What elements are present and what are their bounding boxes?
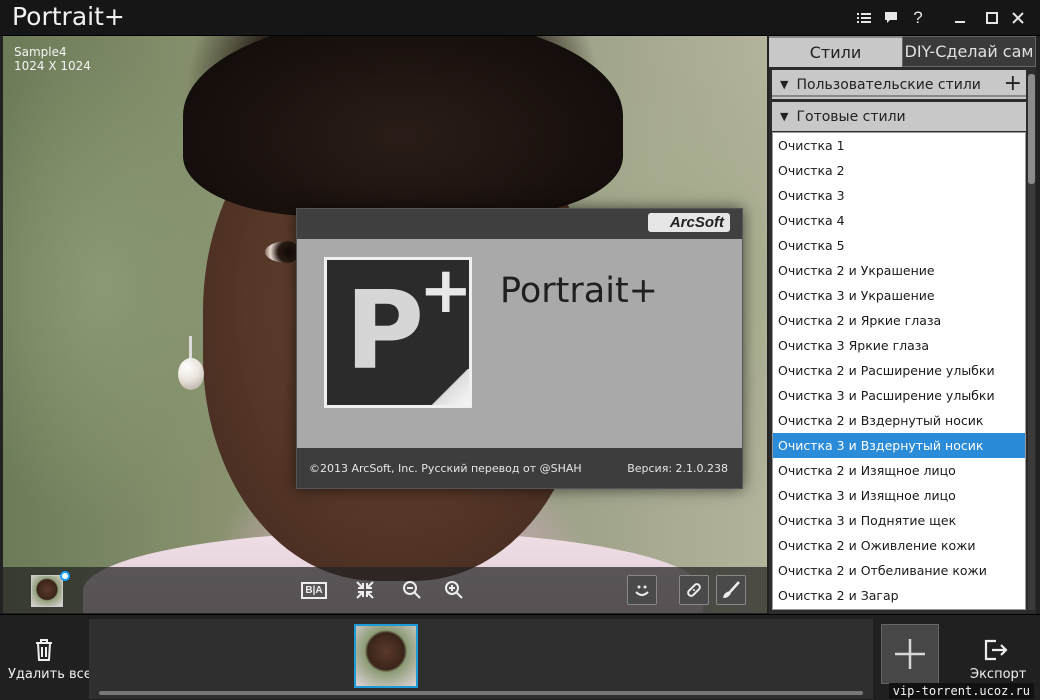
about-dialog[interactable]: ArcSoft P + Portrait+ ©2013 ArcSoft, Inc… bbox=[296, 208, 743, 489]
photo-name: Sample4 bbox=[14, 45, 67, 59]
photo-info: Sample4 1024 X 1024 bbox=[14, 45, 91, 73]
delete-all-button[interactable]: Удалить все bbox=[4, 637, 92, 693]
minimize-icon[interactable] bbox=[947, 6, 973, 30]
photo-earring-wire bbox=[189, 336, 192, 360]
filmstrip-thumbnail[interactable] bbox=[354, 624, 418, 688]
delete-all-label: Удалить все bbox=[8, 667, 92, 682]
style-list-item[interactable]: Очистка 2 и Яркие глаза bbox=[773, 308, 1025, 333]
logo-plus-glyph: + bbox=[419, 254, 473, 328]
fit-icon bbox=[356, 581, 374, 599]
bottom-bar: Удалить все Экспорт vip-torrent.ucoz.ru bbox=[0, 614, 1040, 700]
about-copyright: ©2013 ArcSoft, Inc. Русский перевод от @… bbox=[309, 462, 582, 475]
style-list-item[interactable]: Очистка 3 и Украшение bbox=[773, 283, 1025, 308]
style-list[interactable]: Очистка 1 Очистка 2 Очистка 3 Очистка 4 Очис… bbox=[772, 132, 1026, 610]
brush-icon bbox=[723, 581, 740, 598]
styles-panel: Стили DIY-Сделай сам ▼ Пользовательские … bbox=[769, 36, 1036, 614]
watermark: vip-torrent.ucoz.ru bbox=[888, 683, 1034, 699]
plus-icon bbox=[895, 639, 925, 669]
maximize-icon[interactable] bbox=[979, 6, 1005, 30]
smile-icon bbox=[635, 585, 649, 596]
brush-tool-button[interactable] bbox=[716, 575, 746, 605]
trash-icon bbox=[36, 639, 52, 661]
style-list-item[interactable]: Очистка 3 Яркие глаза bbox=[773, 333, 1025, 358]
zoom-out-button[interactable] bbox=[397, 575, 427, 605]
arcsoft-logo: ArcSoft bbox=[647, 213, 730, 232]
style-list-item[interactable]: Очистка 2 и Украшение bbox=[773, 258, 1025, 283]
panel-scrollbar[interactable] bbox=[1028, 74, 1035, 610]
style-list-item[interactable]: Очистка 2 bbox=[773, 158, 1025, 183]
style-list-item[interactable]: Очистка 2 и Отбеливание кожи bbox=[773, 558, 1025, 583]
photo-dimensions: 1024 X 1024 bbox=[14, 59, 91, 73]
comment-icon[interactable] bbox=[878, 6, 904, 30]
thumbnail-indicator-icon bbox=[60, 571, 70, 581]
style-list-item[interactable]: Очистка 3 bbox=[773, 183, 1025, 208]
photo-earring bbox=[178, 358, 204, 390]
logo-page-curl bbox=[429, 369, 469, 405]
tab-styles[interactable]: Стили bbox=[769, 36, 902, 67]
custom-styles-label: Пользовательские стили bbox=[796, 76, 981, 93]
zoom-in-icon bbox=[445, 581, 463, 599]
about-footer: ©2013 ArcSoft, Inc. Русский перевод от @… bbox=[297, 448, 742, 488]
title-bar: Portrait+ ? bbox=[0, 0, 1040, 36]
style-list-item[interactable]: Очистка 5 bbox=[773, 233, 1025, 258]
app-window: Portrait+ ? Sample4 1024 X 1024 B|A ArcS… bbox=[0, 0, 1040, 700]
style-list-item[interactable]: Очистка 2 и Расширение улыбки bbox=[773, 358, 1025, 383]
zoom-out-icon bbox=[403, 581, 421, 599]
photo-hair bbox=[183, 36, 623, 216]
custom-styles-header[interactable]: ▼ Пользовательские стили + bbox=[772, 70, 1026, 99]
add-photo-button[interactable] bbox=[881, 624, 939, 684]
style-list-item[interactable]: Очистка 1 bbox=[773, 133, 1025, 158]
style-list-item[interactable]: Очистка 3 и Изящное лицо bbox=[773, 483, 1025, 508]
zoom-in-button[interactable] bbox=[439, 575, 469, 605]
tab-diy[interactable]: DIY-Сделай сам bbox=[902, 36, 1036, 67]
product-logo: P + bbox=[324, 254, 473, 408]
collapse-triangle-icon: ▼ bbox=[780, 110, 789, 123]
filmstrip[interactable] bbox=[89, 619, 873, 699]
ready-styles-label: Готовые стили bbox=[796, 108, 906, 125]
style-list-item[interactable]: Очистка 2 и Оживление кожи bbox=[773, 533, 1025, 558]
style-list-item[interactable]: Очистка 4 bbox=[773, 208, 1025, 233]
style-list-item[interactable]: Очистка 2 и Загар bbox=[773, 583, 1025, 608]
photo-toolbar: B|A bbox=[3, 567, 767, 613]
style-list-item[interactable]: Очистка 3 и Вздернутый носик bbox=[773, 433, 1025, 458]
section-divider bbox=[772, 95, 1026, 97]
about-version: Версия: 2.1.0.238 bbox=[627, 462, 728, 475]
bandage-icon bbox=[687, 583, 701, 597]
style-list-item[interactable]: Очистка 3 и Поднятие щек bbox=[773, 508, 1025, 533]
fit-button[interactable] bbox=[350, 575, 380, 605]
filmstrip-scrollbar[interactable] bbox=[99, 691, 863, 695]
add-style-icon[interactable]: + bbox=[1004, 71, 1022, 96]
before-after-button[interactable]: B|A bbox=[299, 575, 329, 605]
export-icon bbox=[984, 639, 1008, 661]
export-label: Экспорт bbox=[970, 667, 1027, 682]
list-icon[interactable] bbox=[851, 6, 877, 30]
current-photo-thumbnail[interactable] bbox=[31, 575, 63, 607]
help-icon[interactable]: ? bbox=[905, 6, 931, 30]
blemish-tool-button[interactable] bbox=[679, 575, 709, 605]
style-list-item[interactable]: Очистка 2 и Изящное лицо bbox=[773, 458, 1025, 483]
logo-p-glyph: P bbox=[345, 269, 425, 394]
style-list-item[interactable]: Очистка 3 и Расширение улыбки bbox=[773, 383, 1025, 408]
style-list-item[interactable]: Очистка 2 и Вздернутый носик bbox=[773, 408, 1025, 433]
collapse-triangle-icon: ▼ bbox=[780, 78, 789, 91]
scrollbar-thumb[interactable] bbox=[1028, 74, 1035, 184]
before-after-icon: B|A bbox=[301, 581, 327, 599]
face-detect-button[interactable] bbox=[627, 575, 657, 605]
close-icon[interactable] bbox=[1005, 6, 1031, 30]
ready-styles-header[interactable]: ▼ Готовые стили bbox=[772, 102, 1026, 131]
about-header: ArcSoft bbox=[297, 209, 742, 239]
about-product-name: Portrait+ bbox=[500, 271, 658, 311]
app-title: Portrait+ bbox=[12, 2, 125, 31]
